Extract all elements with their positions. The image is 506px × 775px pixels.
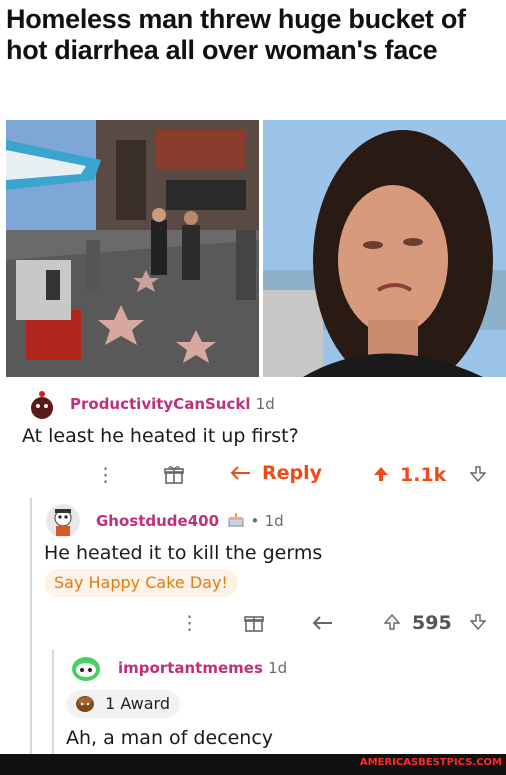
reply-icon <box>230 464 252 486</box>
more-options-icon[interactable]: ⋮ <box>96 464 115 486</box>
more-options-icon[interactable]: ⋮ <box>180 612 199 634</box>
reply-icon[interactable] <box>312 614 334 636</box>
thread-line[interactable] <box>52 650 54 754</box>
separator: • <box>250 512 260 530</box>
award-badge[interactable]: 1 Award <box>66 690 180 718</box>
comment-age: 1d <box>255 395 275 413</box>
comment-username[interactable]: Ghostdude400 • 1d <box>96 512 284 532</box>
watermark-text: AMERICASBESTPICS.COM <box>359 757 502 768</box>
avatar[interactable] <box>68 651 104 687</box>
news-photos <box>6 120 506 377</box>
street-photo <box>6 120 259 377</box>
cake-day-pill[interactable]: Say Happy Cake Day! <box>44 569 238 597</box>
headline: Homeless man threw huge bucket of hot di… <box>6 4 466 65</box>
upvote-icon[interactable] <box>373 466 389 486</box>
upvote-icon[interactable] <box>383 613 401 634</box>
avatar[interactable] <box>24 388 60 424</box>
downvote-icon[interactable] <box>469 614 487 634</box>
vote-score: 1.1k <box>400 464 447 486</box>
award-label: 1 Award <box>105 694 170 713</box>
comment-text: He heated it to kill the germs <box>44 542 323 564</box>
thread-line[interactable] <box>30 498 32 754</box>
comment-age: 1d <box>264 512 284 530</box>
avatar[interactable] <box>46 504 80 538</box>
gift-icon[interactable] <box>244 613 264 637</box>
comment-age: 1d <box>268 659 288 677</box>
gift-icon[interactable] <box>164 465 184 489</box>
comment-text: At least he heated it up first? <box>22 425 299 447</box>
watermark-bar: AMERICASBESTPICS.COM <box>0 754 506 775</box>
username-text[interactable]: Ghostdude400 <box>96 512 219 530</box>
woman-photo <box>263 120 506 377</box>
reply-label: Reply <box>262 462 323 484</box>
comment-text: Ah, a man of decency <box>66 727 274 749</box>
award-icon <box>74 693 96 717</box>
username-text[interactable]: importantmemes <box>118 659 263 677</box>
comment-username[interactable]: importantmemes 1d <box>118 659 287 677</box>
vote-score: 595 <box>412 612 452 634</box>
cake-icon <box>227 512 245 532</box>
username-text[interactable]: ProductivityCanSuckl <box>70 395 250 413</box>
downvote-icon[interactable] <box>469 466 487 486</box>
comment-username[interactable]: ProductivityCanSuckl 1d <box>70 395 275 413</box>
